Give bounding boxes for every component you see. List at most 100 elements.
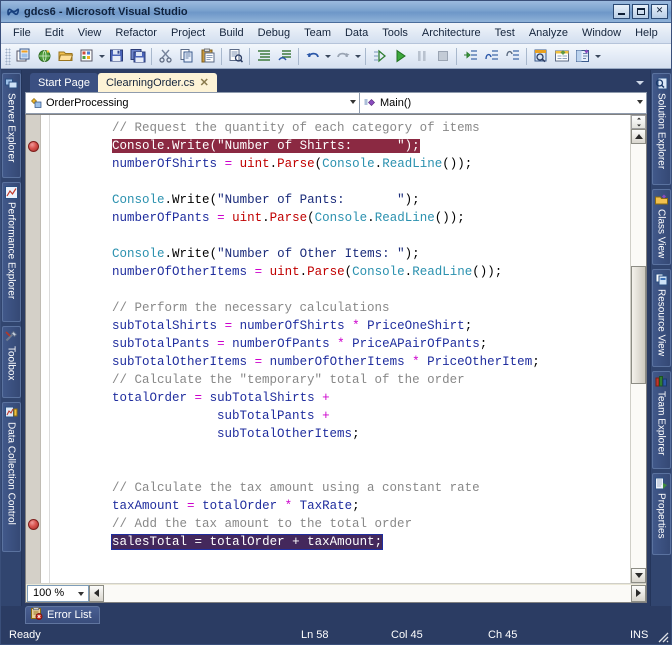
properties-window-icon[interactable] bbox=[551, 46, 572, 67]
code-line[interactable]: salesTotal = totalOrder + taxAmount; bbox=[50, 533, 630, 551]
menu-item-project[interactable]: Project bbox=[164, 25, 212, 41]
sidebar-item-server-explorer[interactable]: Server Explorer bbox=[1, 73, 21, 178]
sidebar-item-data-collection-control[interactable]: Data Collection Control bbox=[1, 402, 21, 552]
scroll-up-button[interactable] bbox=[631, 129, 646, 144]
vertical-scrollbar[interactable] bbox=[630, 115, 646, 583]
code-line[interactable]: subTotalShirts = numberOfShirts * PriceO… bbox=[50, 317, 630, 335]
sidebar-item-team-explorer[interactable]: Team Explorer bbox=[651, 371, 671, 469]
menu-item-debug[interactable]: Debug bbox=[251, 25, 297, 41]
code-line[interactable]: // Perform the necessary calculations bbox=[50, 299, 630, 317]
object-browser-icon[interactable] bbox=[572, 46, 593, 67]
code-line[interactable] bbox=[50, 173, 630, 191]
sidebar-item-properties[interactable]: Properties bbox=[651, 473, 671, 555]
code-line[interactable] bbox=[50, 461, 630, 479]
code-line[interactable]: // Calculate the tax amount using a cons… bbox=[50, 479, 630, 497]
sidebar-item-resource-view[interactable]: Resource View bbox=[651, 269, 671, 367]
resize-grip[interactable] bbox=[655, 629, 669, 643]
continue-icon[interactable] bbox=[390, 46, 411, 67]
code-line[interactable]: Console.Write("Number of Pants: "); bbox=[50, 191, 630, 209]
menu-item-tools[interactable]: Tools bbox=[375, 25, 415, 41]
member-combo[interactable]: Main() bbox=[360, 93, 646, 113]
maximize-button[interactable] bbox=[632, 4, 649, 19]
code-line[interactable]: subTotalOtherItems; bbox=[50, 425, 630, 443]
tab-clearningorder-cs[interactable]: ClearningOrder.cs ✕ bbox=[97, 73, 217, 92]
code-line[interactable]: subTotalPants = numberOfPants * PriceAPa… bbox=[50, 335, 630, 353]
menu-item-test[interactable]: Test bbox=[488, 25, 522, 41]
menu-item-help[interactable]: Help bbox=[628, 25, 665, 41]
code-line[interactable]: // Request the quantity of each category… bbox=[50, 119, 630, 137]
chevron-down-icon[interactable] bbox=[78, 591, 84, 596]
menu-item-architecture[interactable]: Architecture bbox=[415, 25, 488, 41]
breakpoint-marker[interactable] bbox=[28, 519, 39, 530]
menu-item-build[interactable]: Build bbox=[212, 25, 250, 41]
scroll-left-button[interactable] bbox=[89, 584, 104, 602]
scroll-down-button[interactable] bbox=[631, 568, 646, 583]
menu-item-analyze[interactable]: Analyze bbox=[522, 25, 575, 41]
save-all-icon[interactable] bbox=[127, 46, 148, 67]
vertical-scroll-track[interactable] bbox=[631, 144, 646, 568]
menu-item-refactor[interactable]: Refactor bbox=[108, 25, 164, 41]
code-line[interactable] bbox=[50, 227, 630, 245]
sidebar-item-solution-explorer[interactable]: Solution Explorer bbox=[651, 73, 671, 185]
code-line[interactable]: taxAmount = totalOrder * TaxRate; bbox=[50, 497, 630, 515]
solution-explorer-icon[interactable] bbox=[530, 46, 551, 67]
undo-dropdown-icon[interactable] bbox=[323, 46, 332, 67]
add-new-item-dropdown-icon[interactable] bbox=[97, 46, 106, 67]
tab-start-page[interactable]: Start Page bbox=[30, 73, 98, 92]
toolbar-overflow-icon[interactable] bbox=[593, 46, 602, 67]
chevron-down-icon[interactable] bbox=[637, 100, 643, 104]
breakpoint-gutter[interactable] bbox=[26, 115, 41, 583]
step-into-icon[interactable] bbox=[460, 46, 481, 67]
code-line[interactable]: numberOfShirts = uint.Parse(Console.Read… bbox=[50, 155, 630, 173]
code-line[interactable]: Console.Write("Number of Shirts: "); bbox=[50, 137, 630, 155]
code-line[interactable]: // Calculate the "temporary" total of th… bbox=[50, 371, 630, 389]
breakpoint-marker[interactable] bbox=[28, 141, 39, 152]
minimize-button[interactable] bbox=[613, 4, 630, 19]
code-line[interactable]: numberOfPants = uint.Parse(Console.ReadL… bbox=[50, 209, 630, 227]
zoom-combo[interactable]: 100 % bbox=[27, 584, 89, 602]
menu-item-view[interactable]: View bbox=[71, 25, 109, 41]
menu-item-team[interactable]: Team bbox=[297, 25, 338, 41]
undo-icon[interactable] bbox=[302, 46, 323, 67]
close-button[interactable]: ✕ bbox=[651, 4, 668, 19]
find-icon[interactable] bbox=[225, 46, 246, 67]
menu-item-edit[interactable]: Edit bbox=[38, 25, 71, 41]
code-line[interactable]: // Add the tax amount to the total order bbox=[50, 515, 630, 533]
close-icon[interactable]: ✕ bbox=[200, 76, 209, 89]
editor-split-button[interactable] bbox=[631, 115, 646, 129]
code-line[interactable]: subTotalOtherItems = numberOfOtherItems … bbox=[50, 353, 630, 371]
selection-margin[interactable] bbox=[41, 115, 50, 583]
code-line[interactable]: Console.Write("Number of Other Items: ")… bbox=[50, 245, 630, 263]
sidebar-item-performance-explorer[interactable]: Performance Explorer bbox=[1, 182, 21, 322]
add-new-item-icon[interactable] bbox=[76, 46, 97, 67]
code-line[interactable]: subTotalPants + bbox=[50, 407, 630, 425]
menu-item-window[interactable]: Window bbox=[575, 25, 628, 41]
start-debug-icon[interactable] bbox=[369, 46, 390, 67]
step-over-icon[interactable] bbox=[481, 46, 502, 67]
stop-debugging-icon[interactable] bbox=[432, 46, 453, 67]
paste-icon[interactable] bbox=[197, 46, 218, 67]
redo-dropdown-icon[interactable] bbox=[353, 46, 362, 67]
copy-icon[interactable] bbox=[176, 46, 197, 67]
add-new-website-icon[interactable] bbox=[34, 46, 55, 67]
uncomment-selection-icon[interactable] bbox=[274, 46, 295, 67]
comment-selection-icon[interactable] bbox=[253, 46, 274, 67]
scroll-right-button[interactable] bbox=[631, 584, 646, 602]
new-project-icon[interactable] bbox=[13, 46, 34, 67]
code-text-area[interactable]: // Request the quantity of each category… bbox=[50, 115, 630, 583]
sidebar-item-class-view[interactable]: Class View bbox=[651, 189, 671, 265]
sidebar-item-toolbox[interactable]: Toolbox bbox=[1, 326, 21, 398]
menu-item-data[interactable]: Data bbox=[338, 25, 375, 41]
code-line[interactable]: numberOfOtherItems = uint.Parse(Console.… bbox=[50, 263, 630, 281]
error-list-tab[interactable]: Error List bbox=[25, 606, 100, 624]
chevron-down-icon[interactable] bbox=[350, 100, 356, 104]
code-line[interactable] bbox=[50, 281, 630, 299]
class-combo[interactable]: OrderProcessing bbox=[26, 93, 360, 113]
cut-icon[interactable] bbox=[155, 46, 176, 67]
toolbar-grip[interactable] bbox=[5, 47, 11, 65]
code-line[interactable]: totalOrder = subTotalShirts + bbox=[50, 389, 630, 407]
open-file-icon[interactable] bbox=[55, 46, 76, 67]
break-all-icon[interactable] bbox=[411, 46, 432, 67]
menu-item-file[interactable]: File bbox=[6, 25, 38, 41]
tab-list-menu-icon[interactable] bbox=[634, 77, 646, 89]
